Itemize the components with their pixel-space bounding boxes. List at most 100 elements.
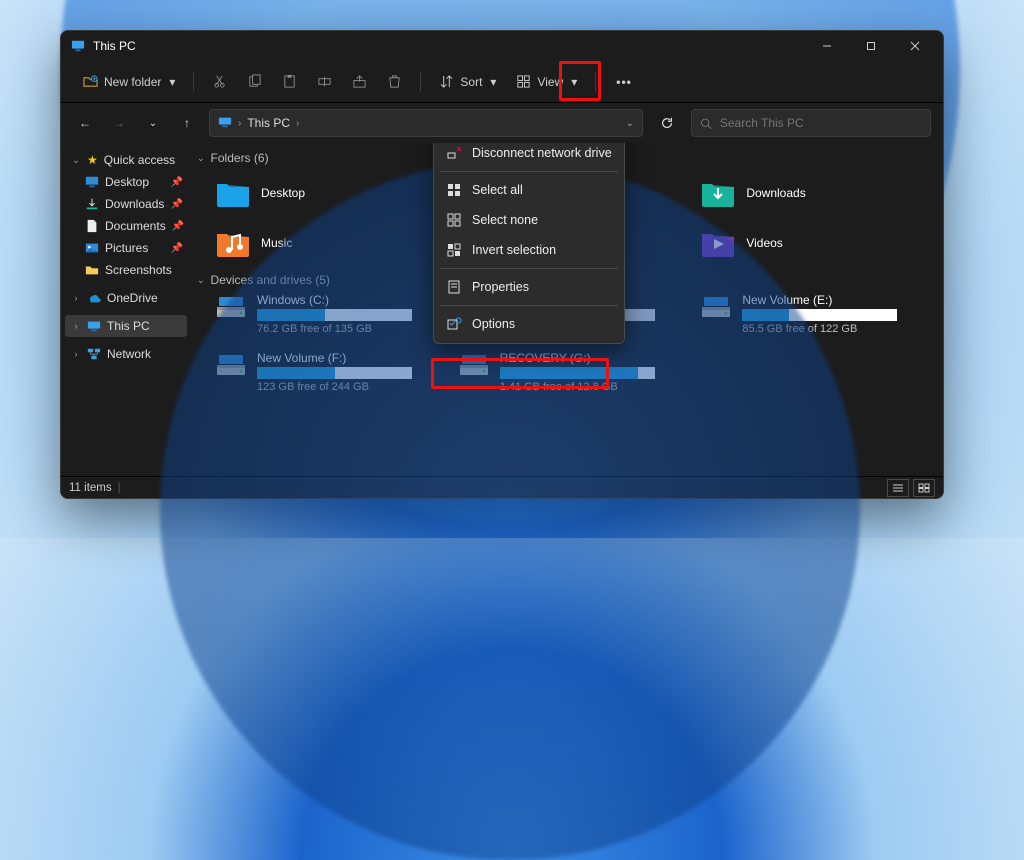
sidebar-item-desktop[interactable]: Desktop📌 — [65, 171, 187, 193]
details-view-button[interactable] — [887, 479, 909, 497]
pin-icon: 📌 — [171, 199, 185, 210]
menu-item-invert-selection[interactable]: Invert selection — [434, 235, 624, 265]
sort-button[interactable]: Sort ▾ — [431, 67, 504, 97]
menu-item-icon — [446, 279, 462, 295]
expand-icon: › — [71, 321, 81, 331]
drive-label: RECOVERY (G:) — [500, 351, 655, 365]
pictures-icon — [85, 241, 99, 255]
chevron-down-icon[interactable]: ⌄ — [626, 118, 634, 129]
status-item-count: 11 items — [69, 482, 112, 494]
menu-item-label: Select all — [472, 183, 523, 197]
menu-item-select-all[interactable]: Select all — [434, 175, 624, 205]
thumbnails-view-button[interactable] — [913, 479, 935, 497]
menu-item-select-none[interactable]: Select none — [434, 205, 624, 235]
sidebar: ⌄ ★ Quick access Desktop📌 Downloads📌 Doc… — [61, 143, 191, 476]
address-bar[interactable]: › This PC › ⌄ — [209, 109, 643, 137]
folder-icon — [700, 178, 736, 208]
folder-label: Videos — [746, 236, 782, 250]
drive-windows-c-[interactable]: Windows (C:) 76.2 GB free of 135 GB — [215, 293, 448, 341]
expand-icon: › — [71, 293, 81, 303]
sidebar-item-documents[interactable]: Documents📌 — [65, 215, 187, 237]
menu-item-label: Select none — [472, 213, 538, 227]
highlight-options-item — [431, 358, 609, 389]
drive-label: New Volume (E:) — [742, 293, 897, 307]
new-folder-button[interactable]: New folder ▾ — [75, 67, 183, 97]
sidebar-item-downloads[interactable]: Downloads📌 — [65, 193, 187, 215]
sidebar-onedrive[interactable]: ›OneDrive — [65, 287, 187, 309]
pin-icon: 📌 — [171, 177, 185, 188]
folder-label: Music — [261, 236, 292, 250]
folder-label: Desktop — [261, 186, 305, 200]
pin-icon: 📌 — [171, 243, 185, 254]
collapse-icon: ⌄ — [197, 153, 205, 164]
folder-downloads[interactable]: Downloads — [700, 171, 933, 215]
search-input[interactable] — [720, 116, 922, 130]
this-pc-icon — [87, 319, 101, 333]
copy-button[interactable] — [239, 67, 270, 97]
new-folder-label: New folder — [104, 75, 161, 89]
collapse-icon: ⌄ — [197, 275, 205, 286]
refresh-button[interactable] — [653, 109, 681, 137]
paste-button[interactable] — [274, 67, 305, 97]
drive-usage-bar — [500, 367, 655, 379]
menu-item-label: Invert selection — [472, 243, 556, 257]
sort-label: Sort — [460, 75, 482, 89]
forward-button[interactable]: → — [107, 111, 131, 135]
menu-item-icon — [446, 212, 462, 228]
address-location: This PC — [247, 116, 290, 130]
folder-icon — [700, 228, 736, 258]
view-button[interactable]: View ▾ — [508, 67, 585, 97]
delete-button[interactable] — [379, 67, 410, 97]
content-pane: ⌄ Folders (6) DesktopDownloadsMusicVideo… — [191, 143, 943, 476]
up-button[interactable]: ↑ — [175, 111, 199, 135]
star-icon: ★ — [87, 153, 98, 167]
menu-item-label: Properties — [472, 280, 529, 294]
toolbar: New folder ▾ Sort ▾ View ▾ ••• — [61, 61, 943, 103]
chevron-down-icon: ▾ — [490, 75, 496, 89]
recent-locations-button[interactable]: ⌄ — [141, 111, 165, 135]
drive-recovery-g-[interactable]: RECOVERY (G:) 1.41 GB free of 12.8 GB — [458, 351, 691, 399]
menu-item-options[interactable]: Options — [434, 309, 624, 339]
desktop-icon — [85, 175, 99, 189]
file-explorer-window: This PC New folder ▾ Sort ▾ View ▾ — [60, 30, 944, 499]
menu-item-properties[interactable]: Properties — [434, 272, 624, 302]
new-folder-icon — [83, 74, 98, 89]
chevron-down-icon: ▾ — [571, 75, 577, 89]
drive-free-text: 85.5 GB free of 122 GB — [742, 323, 897, 335]
folder-music[interactable]: Music — [215, 221, 448, 265]
view-icon — [516, 74, 531, 89]
sidebar-quick-access[interactable]: ⌄ ★ Quick access — [65, 149, 187, 171]
sort-icon — [439, 74, 454, 89]
sidebar-item-pictures[interactable]: Pictures📌 — [65, 237, 187, 259]
sidebar-network[interactable]: ›Network — [65, 343, 187, 365]
minimize-button[interactable] — [805, 31, 849, 61]
status-bar: 11 items | — [61, 476, 943, 498]
rename-button[interactable] — [309, 67, 340, 97]
navigation-row: ← → ⌄ ↑ › This PC › ⌄ — [61, 103, 943, 143]
drive-new-volume-e-[interactable]: New Volume (E:) 85.5 GB free of 122 GB — [700, 293, 933, 341]
pin-icon: 📌 — [172, 221, 186, 232]
folder-icon — [215, 228, 251, 258]
search-box[interactable] — [691, 109, 931, 137]
sidebar-item-screenshots[interactable]: Screenshots — [65, 259, 187, 281]
cut-button[interactable] — [204, 67, 235, 97]
folder-icon — [85, 263, 99, 277]
more-button[interactable]: ••• — [606, 67, 642, 97]
close-button[interactable] — [893, 31, 937, 61]
drive-usage-bar — [257, 367, 412, 379]
maximize-button[interactable] — [849, 31, 893, 61]
drive-new-volume-f-[interactable]: New Volume (F:) 123 GB free of 244 GB — [215, 351, 448, 399]
back-button[interactable]: ← — [73, 111, 97, 135]
this-pc-icon — [71, 39, 85, 53]
folder-desktop[interactable]: Desktop — [215, 171, 448, 215]
folder-videos[interactable]: Videos — [700, 221, 933, 265]
downloads-icon — [85, 197, 99, 211]
share-button[interactable] — [344, 67, 375, 97]
menu-item-disconnect-network-drive[interactable]: Disconnect network drive — [434, 143, 624, 168]
drive-free-text: 123 GB free of 244 GB — [257, 381, 412, 393]
drive-free-text: 76.2 GB free of 135 GB — [257, 323, 412, 335]
view-label: View — [537, 75, 563, 89]
window-title: This PC — [93, 39, 136, 53]
sidebar-this-pc[interactable]: ›This PC — [65, 315, 187, 337]
chevron-right-icon: › — [296, 118, 299, 129]
